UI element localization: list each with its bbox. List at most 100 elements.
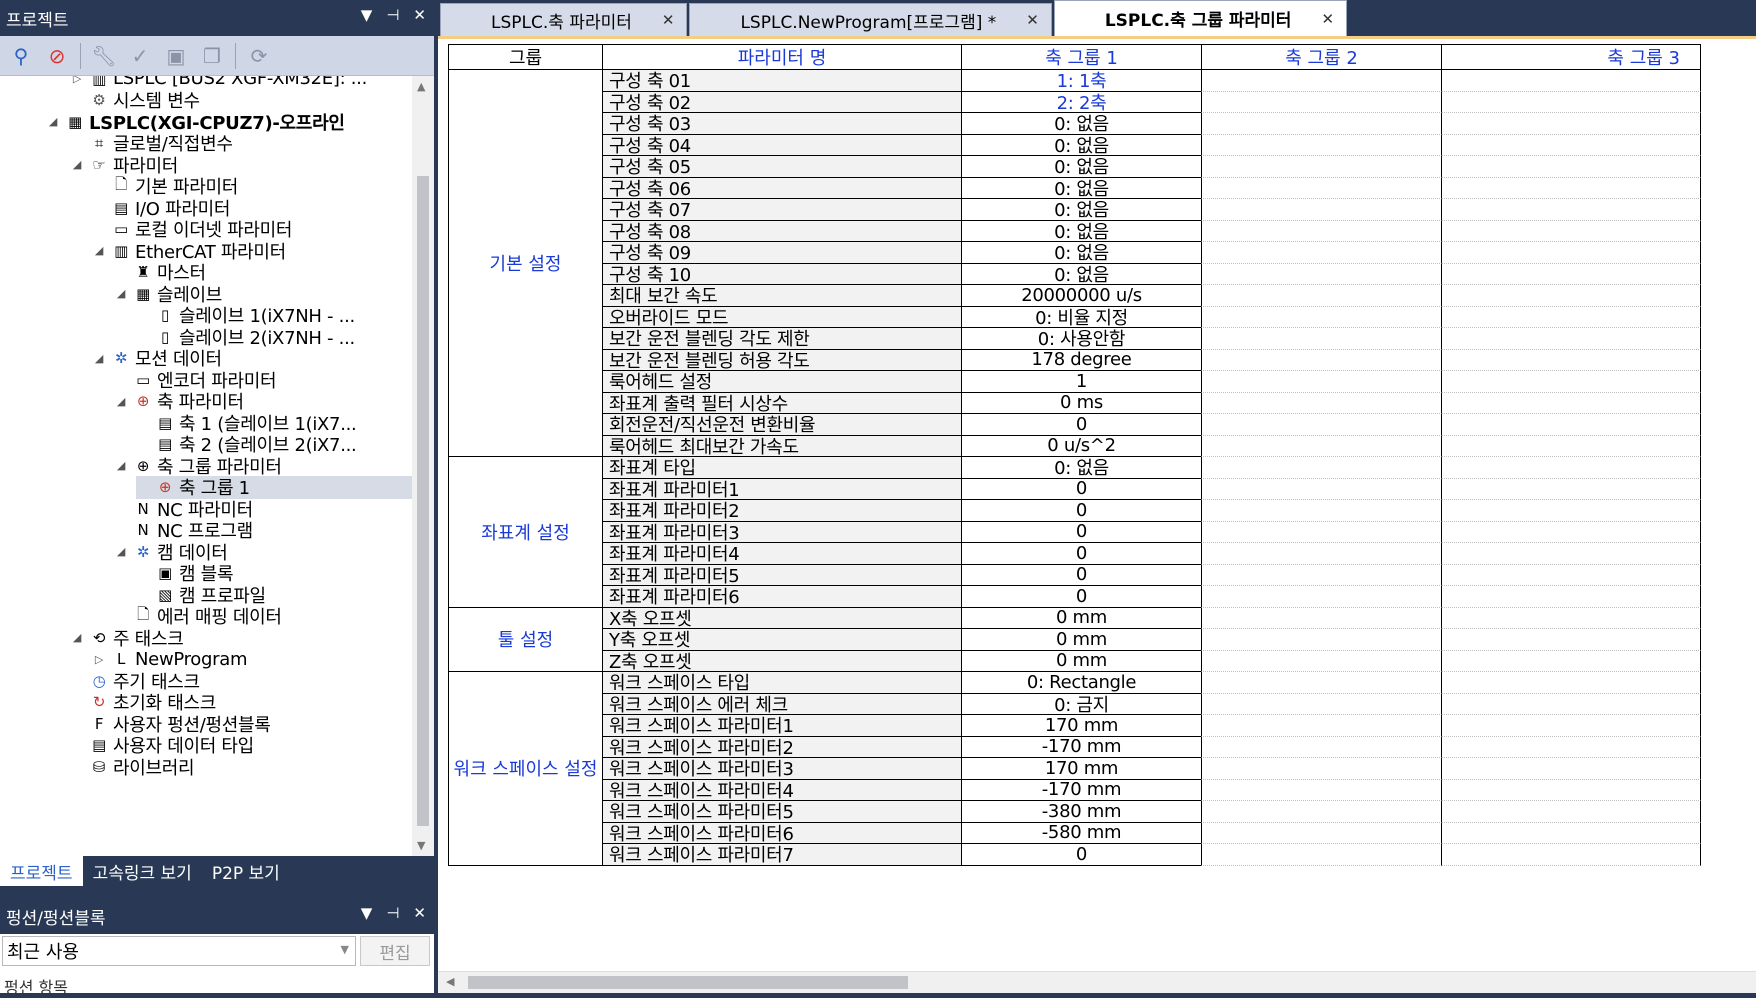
expand-arrow-icon[interactable]: ◢ <box>70 631 84 644</box>
expand-arrow-icon[interactable]: ◢ <box>114 287 128 300</box>
axis-group-3-value-cell[interactable] <box>1441 349 1701 371</box>
expand-arrow-icon[interactable]: ◢ <box>92 244 106 257</box>
axis-group-2-value-cell[interactable] <box>1201 220 1442 242</box>
tab-project[interactable]: 프로젝트 <box>0 856 83 886</box>
scroll-thumb[interactable] <box>468 976 908 989</box>
pane-dropdown-icon[interactable]: ▼ <box>361 904 373 922</box>
expand-arrow-icon[interactable]: ◢ <box>114 459 128 472</box>
refresh-icon[interactable]: ⟳ <box>246 43 272 69</box>
axis-group-3-value-cell[interactable] <box>1441 70 1701 92</box>
axis-group-1-value-cell[interactable]: 178 degree <box>961 349 1202 371</box>
expand-arrow-icon[interactable]: ◢ <box>92 352 106 365</box>
tab-axis-group-parameter[interactable]: LSPLC.축 그룹 파라미터 ✕ <box>1053 0 1348 36</box>
tree-vertical-scrollbar[interactable]: ▲ ▼ <box>412 76 434 856</box>
axis-group-3-value-cell[interactable] <box>1441 629 1701 651</box>
axis-group-2-value-cell[interactable] <box>1201 500 1442 522</box>
axis-group-2-value-cell[interactable] <box>1201 392 1442 414</box>
axis-group-2-value-cell[interactable] <box>1201 70 1442 92</box>
axis-group-2-value-cell[interactable] <box>1201 134 1442 156</box>
axis-group-1-value-cell[interactable]: 0 ms <box>961 392 1202 414</box>
axis-group-3-value-cell[interactable] <box>1441 134 1701 156</box>
tab-p2p[interactable]: P2P 보기 <box>202 856 290 886</box>
pane-dropdown-icon[interactable]: ▼ <box>361 6 373 24</box>
axis-group-1-value-cell[interactable]: 0 <box>961 414 1202 436</box>
expand-arrow-icon[interactable]: ◢ <box>46 115 60 128</box>
axis-group-2-value-cell[interactable] <box>1201 650 1442 672</box>
axis-group-3-value-cell[interactable] <box>1441 801 1701 823</box>
axis-group-3-value-cell[interactable] <box>1441 156 1701 178</box>
wrench-icon[interactable]: 🔧︎ <box>91 43 117 69</box>
tree-item[interactable]: ◢ ⟲ 주 태스크 <box>70 626 184 650</box>
chevron-down-icon[interactable]: ▼ <box>341 943 349 956</box>
axis-group-2-value-cell[interactable] <box>1201 629 1442 651</box>
axis-group-3-value-cell[interactable] <box>1441 328 1701 350</box>
filter-off-icon[interactable]: ⊘ <box>44 43 70 69</box>
axis-group-1-value-cell[interactable]: 0: 사용안함 <box>961 328 1202 350</box>
close-tab-icon[interactable]: ✕ <box>1321 10 1334 28</box>
axis-group-2-value-cell[interactable] <box>1201 801 1442 823</box>
axis-group-1-value-cell[interactable]: 0: 없음 <box>961 457 1202 479</box>
axis-group-2-value-cell[interactable] <box>1201 758 1442 780</box>
copy-icon[interactable]: ❐ <box>199 43 225 69</box>
axis-group-2-value-cell[interactable] <box>1201 435 1442 457</box>
edit-button[interactable]: 편집 <box>360 936 430 966</box>
axis-group-2-value-cell[interactable] <box>1201 263 1442 285</box>
axis-group-2-value-cell[interactable] <box>1201 693 1442 715</box>
axis-group-3-value-cell[interactable] <box>1441 263 1701 285</box>
axis-group-3-value-cell[interactable] <box>1441 779 1701 801</box>
axis-group-3-value-cell[interactable] <box>1441 371 1701 393</box>
filter-icon[interactable]: ⚲ <box>8 43 34 69</box>
axis-group-1-value-cell[interactable]: -380 mm <box>961 801 1202 823</box>
axis-group-2-value-cell[interactable] <box>1201 156 1442 178</box>
axis-group-3-value-cell[interactable] <box>1441 435 1701 457</box>
axis-group-2-value-cell[interactable] <box>1201 199 1442 221</box>
scroll-left-icon[interactable]: ◀ <box>446 975 454 988</box>
close-pane-icon[interactable]: ✕ <box>413 904 426 922</box>
axis-group-2-value-cell[interactable] <box>1201 457 1442 479</box>
lock-icon[interactable]: ▣ <box>163 43 189 69</box>
axis-group-3-value-cell[interactable] <box>1441 650 1701 672</box>
axis-group-3-value-cell[interactable] <box>1441 177 1701 199</box>
axis-group-3-value-cell[interactable] <box>1441 607 1701 629</box>
axis-group-2-value-cell[interactable] <box>1201 736 1442 758</box>
axis-group-2-value-cell[interactable] <box>1201 285 1442 307</box>
axis-group-3-value-cell[interactable] <box>1441 715 1701 737</box>
axis-group-3-value-cell[interactable] <box>1441 306 1701 328</box>
axis-group-3-value-cell[interactable] <box>1441 758 1701 780</box>
axis-group-2-value-cell[interactable] <box>1201 586 1442 608</box>
axis-group-2-value-cell[interactable] <box>1201 306 1442 328</box>
axis-group-1-value-cell[interactable]: 0 <box>961 586 1202 608</box>
axis-group-1-value-cell[interactable]: 170 mm <box>961 758 1202 780</box>
axis-group-1-value-cell[interactable]: 0 mm <box>961 607 1202 629</box>
axis-group-2-value-cell[interactable] <box>1201 371 1442 393</box>
axis-group-1-value-cell[interactable]: 0 mm <box>961 629 1202 651</box>
tab-newprogram[interactable]: LSPLC.NewProgram[프로그램] * ✕ <box>689 3 1052 36</box>
axis-group-3-value-cell[interactable] <box>1441 822 1701 844</box>
tab-axis-parameter[interactable]: LSPLC.축 파라미터 ✕ <box>440 3 688 36</box>
axis-group-3-value-cell[interactable] <box>1441 521 1701 543</box>
axis-group-2-value-cell[interactable] <box>1201 672 1442 694</box>
axis-group-2-value-cell[interactable] <box>1201 543 1442 565</box>
axis-group-2-value-cell[interactable] <box>1201 564 1442 586</box>
tab-highspeed-link[interactable]: 고속링크 보기 <box>83 856 202 886</box>
axis-group-1-value-cell[interactable]: 1 <box>961 371 1202 393</box>
scroll-down-icon[interactable]: ▼ <box>417 839 425 852</box>
axis-group-1-value-cell[interactable]: 0: 없음 <box>961 263 1202 286</box>
pin-icon[interactable]: ⊣ <box>386 904 399 922</box>
axis-group-3-value-cell[interactable] <box>1441 242 1701 264</box>
axis-group-3-value-cell[interactable] <box>1441 457 1701 479</box>
grid-horizontal-scrollbar[interactable]: ◀ <box>438 971 1756 993</box>
axis-group-2-value-cell[interactable] <box>1201 349 1442 371</box>
expand-arrow-icon[interactable]: ▷ <box>70 76 84 85</box>
axis-group-1-value-cell[interactable]: 0 <box>961 500 1202 522</box>
axis-group-2-value-cell[interactable] <box>1201 779 1442 801</box>
close-tab-icon[interactable]: ✕ <box>1026 11 1039 29</box>
scroll-up-icon[interactable]: ▲ <box>417 80 425 93</box>
axis-group-2-value-cell[interactable] <box>1201 822 1442 844</box>
expand-arrow-icon[interactable]: ▷ <box>92 653 106 666</box>
axis-group-3-value-cell[interactable] <box>1441 392 1701 414</box>
expand-arrow-icon[interactable]: ◢ <box>70 158 84 171</box>
axis-group-3-value-cell[interactable] <box>1441 220 1701 242</box>
pin-icon[interactable]: ⊣ <box>386 6 399 24</box>
axis-group-1-value-cell[interactable]: -580 mm <box>961 822 1202 844</box>
